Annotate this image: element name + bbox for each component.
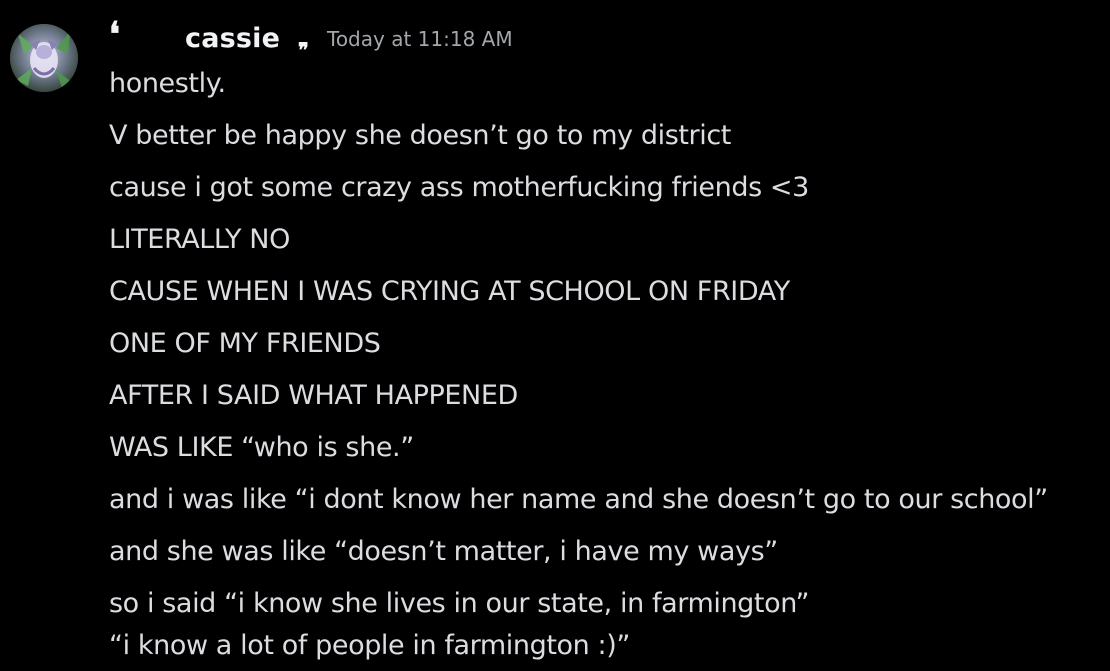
message-line: AFTER I SAID WHAT HAPPENED [109,380,518,411]
message-timestamp[interactable]: Today at 11:18 AM [327,27,513,51]
message-line: “i know a lot of people in farmington :)… [109,630,630,661]
message-line: LITERALLY NO [109,224,290,255]
message-line: and she was like “doesn’t matter, i have… [109,536,778,567]
username[interactable]: cassie [185,22,280,56]
message-line: so i said “i know she lives in our state… [109,588,810,619]
avatar[interactable] [10,24,78,92]
message-line: honestly. [109,68,226,99]
message-line: and i was like “i dont know her name and… [109,484,1048,515]
message-line: ONE OF MY FRIENDS [109,328,381,359]
message-line: CAUSE WHEN I WAS CRYING AT SCHOOL ON FRI… [109,276,790,307]
username-decoration-right: ❞ [298,38,309,62]
message-line: cause i got some crazy ass motherfucking… [109,172,809,203]
username-decoration-left: ❛ [109,15,120,55]
message-line: WAS LIKE “who is she.” [109,432,414,463]
chat-message: ❛ cassie ❞ Today at 11:18 AM honestly. V… [0,0,1110,671]
avatar-image [10,24,78,92]
message-line: V better be happy she doesn’t go to my d… [109,120,731,151]
